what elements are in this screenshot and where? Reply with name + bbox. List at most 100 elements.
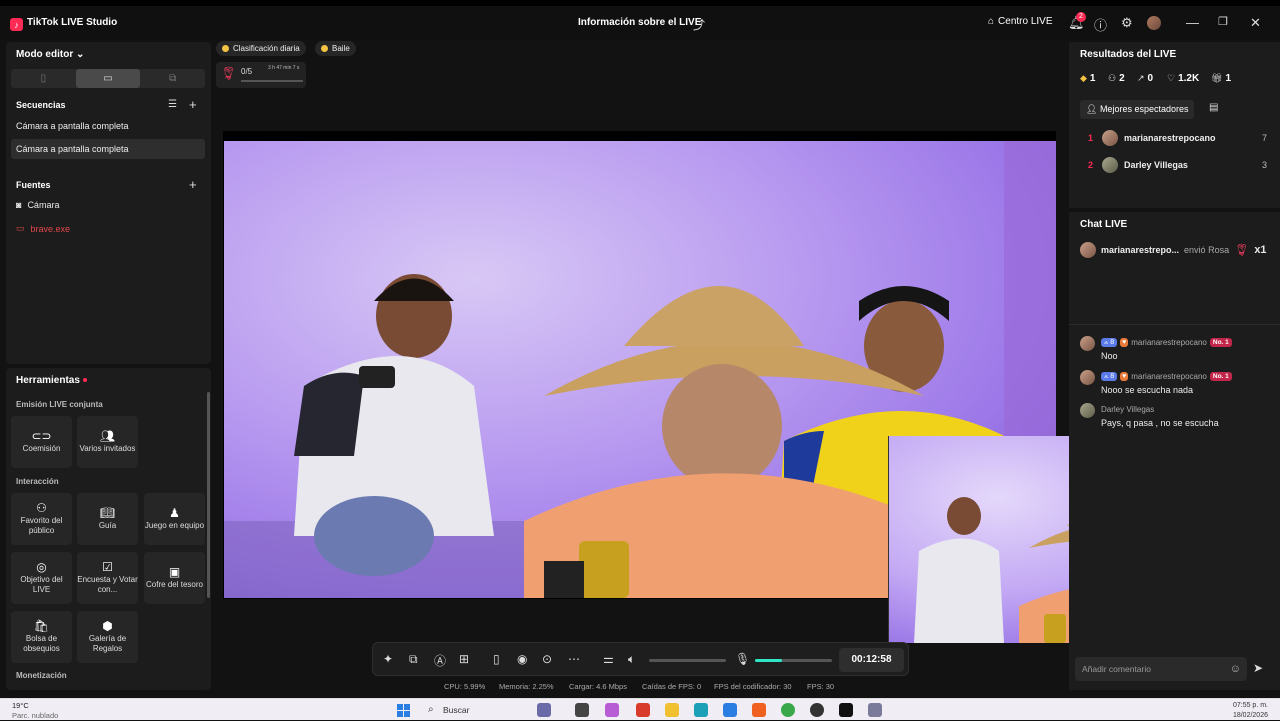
- message-header: ⟑ 8 ♥ marianarestrepocano No. 1: [1101, 372, 1232, 381]
- mic-icon[interactable]: 🎙︎: [735, 652, 750, 666]
- tiktok-taskbar-icon[interactable]: [839, 703, 853, 717]
- treasure-chest-tool[interactable]: ▣ Cofre del tesoro: [144, 552, 205, 604]
- gear-icon[interactable]: ⚙: [1121, 15, 1133, 31]
- checkbox-icon: ☑: [102, 559, 113, 574]
- left-panel: Modo editor ⌄ ▯ ▭ ⧉ Secuencias ☰ + Cámar…: [6, 42, 211, 364]
- live-goal-tool[interactable]: ◎ Objetivo del LIVE: [11, 552, 72, 604]
- avatar[interactable]: [1147, 16, 1161, 30]
- bulb-icon: [222, 45, 229, 52]
- message-text: Noo: [1101, 351, 1118, 361]
- user-icon: 👤︎: [1086, 104, 1100, 114]
- tool-label: Favorito del público: [20, 515, 63, 535]
- sequence-item[interactable]: Cámara a pantalla completa: [11, 116, 205, 136]
- list-icon[interactable]: ☰: [168, 99, 177, 110]
- gift-bag-tool[interactable]: 🛍︎ Bolsa de obsequios: [11, 611, 72, 663]
- tools-title: Herramientas: [16, 375, 87, 386]
- mixer-icon[interactable]: ⚌: [603, 652, 614, 666]
- chevron-down-icon: ⌄: [76, 49, 85, 60]
- source-camera-label: Cámara: [27, 200, 60, 210]
- minimize-icon[interactable]: —: [1186, 15, 1199, 30]
- add-source-icon[interactable]: +: [189, 177, 197, 192]
- landscape-tab-icon[interactable]: ▭: [75, 69, 141, 88]
- help-icon[interactable]: ⓘ: [1094, 15, 1107, 34]
- more-icon[interactable]: ⋯: [568, 652, 580, 666]
- taskbar-app-icon[interactable]: [810, 703, 824, 717]
- cohost-tool[interactable]: ⊂⊃ Coemisión: [11, 416, 72, 468]
- rank-name[interactable]: marianarestrepocano: [1124, 133, 1216, 143]
- mode-label: Modo editor: [16, 49, 74, 60]
- send-icon[interactable]: ➤: [1253, 661, 1263, 675]
- source-brave[interactable]: ▭ brave.exe: [16, 223, 70, 234]
- sequence-item-active[interactable]: Cámara a pantalla completa: [11, 139, 205, 159]
- daily-ranking-chip[interactable]: Clasificación diaria: [216, 41, 306, 56]
- close-icon[interactable]: ✕: [1250, 15, 1261, 31]
- live-timer: 00:12:58: [839, 648, 904, 672]
- gift-user[interactable]: marianarestrepo...: [1101, 245, 1179, 255]
- taskbar-search[interactable]: ⌕ Buscar: [425, 702, 535, 718]
- chest-icon: ▣: [168, 564, 181, 579]
- speaker-icon[interactable]: 🔈︎: [628, 652, 635, 667]
- best-viewers-button[interactable]: 👤︎ Mejores espectadores: [1080, 100, 1195, 119]
- message-user[interactable]: marianarestrepocano: [1131, 372, 1207, 381]
- team-game-tool[interactable]: ♟ Juego en equipo: [144, 493, 205, 545]
- dual-tab-icon[interactable]: ⧉: [140, 69, 205, 88]
- viewers-stat: ⚇ 2: [1108, 73, 1125, 84]
- gift-gallery-tool[interactable]: ⬢ Galería de Regalos: [77, 611, 138, 663]
- magic-wand-icon[interactable]: ✦: [383, 652, 393, 666]
- rank-name[interactable]: Darley Villegas: [1124, 160, 1188, 170]
- broadcast-icon[interactable]: ⊙: [542, 652, 552, 666]
- folder-icon[interactable]: [665, 703, 679, 717]
- level-value: 8: [1110, 373, 1115, 380]
- brave-icon[interactable]: [752, 703, 766, 717]
- comment-input[interactable]: Añadir comentario ☺: [1075, 657, 1247, 681]
- taskbar-app-icon[interactable]: [537, 703, 551, 717]
- portrait-tab-icon[interactable]: ▯: [11, 69, 76, 88]
- gift-icon: 🎁︎: [1211, 73, 1223, 83]
- chrome-icon[interactable]: [781, 703, 795, 717]
- record-icon[interactable]: ◉: [517, 652, 527, 666]
- multi-guest-tool[interactable]: 👥︎ Varios invitados: [77, 416, 138, 468]
- source-camera[interactable]: ◙ Cámara: [16, 200, 59, 210]
- cohost-group-label: Emisión LIVE conjunta: [16, 400, 103, 409]
- live-goal-widget[interactable]: 🌹︎ 0/5 3 h 47 min 7 s: [216, 62, 306, 88]
- settings-taskbar-icon[interactable]: [868, 703, 882, 717]
- centro-live-button[interactable]: ⌂ Centro LIVE: [988, 16, 1053, 27]
- emoji-icon[interactable]: ☺: [1230, 657, 1241, 681]
- dance-chip[interactable]: Baile: [315, 41, 356, 56]
- add-sequence-icon[interactable]: +: [189, 97, 197, 112]
- phone-icon[interactable]: ▯: [493, 652, 500, 666]
- edge-icon[interactable]: [694, 703, 708, 717]
- ai-icon[interactable]: Ⓐ: [434, 652, 446, 669]
- windows-start-icon[interactable]: [397, 704, 410, 717]
- taskbar-app-icon[interactable]: [575, 703, 589, 717]
- weather-temp: 19°C: [12, 701, 29, 710]
- report-icon[interactable]: ▤: [1209, 102, 1218, 113]
- gift-count: x1: [1254, 244, 1267, 256]
- volume-slider[interactable]: [649, 659, 726, 662]
- level-badge: ⟑ 8: [1101, 338, 1118, 347]
- poll-tool[interactable]: ☑ Encuesta y Votar con...: [77, 552, 138, 604]
- gallery-icon: ⬢: [102, 618, 113, 633]
- mic-slider[interactable]: [755, 659, 832, 662]
- share-icon[interactable]: ⤴: [693, 16, 705, 33]
- tools-scrollbar[interactable]: [207, 392, 210, 598]
- live-info-title[interactable]: Información sobre el LIVE: [578, 17, 701, 28]
- diamonds-value: 1: [1089, 73, 1096, 84]
- mode-selector[interactable]: Modo editor ⌄: [16, 49, 84, 60]
- message-user[interactable]: marianarestrepocano: [1131, 338, 1207, 347]
- add-media-icon[interactable]: ⊞: [459, 652, 469, 666]
- window-icon: ▭: [16, 223, 25, 233]
- taskbar-app-icon[interactable]: [636, 703, 650, 717]
- clock[interactable]: 07:55 p. m. 18/02/2026: [1233, 701, 1268, 721]
- target-icon: ◎: [36, 559, 47, 574]
- message-user[interactable]: Darley Villegas: [1101, 405, 1154, 414]
- guide-tool[interactable]: 📖︎ Guía: [77, 493, 138, 545]
- layers-icon[interactable]: ⧉: [409, 652, 418, 667]
- taskbar-app-icon[interactable]: [605, 703, 619, 717]
- weather-widget[interactable]: 19°C Parc. nublado: [12, 701, 58, 721]
- store-icon[interactable]: [723, 703, 737, 717]
- audience-favorite-tool[interactable]: ⚇ Favorito del público: [11, 493, 72, 545]
- maximize-icon[interactable]: ❐: [1218, 15, 1228, 28]
- os-taskbar: 19°C Parc. nublado ⌕ Buscar 07:55 p. m. 1…: [0, 698, 1280, 720]
- chip-label: Baile: [332, 44, 350, 53]
